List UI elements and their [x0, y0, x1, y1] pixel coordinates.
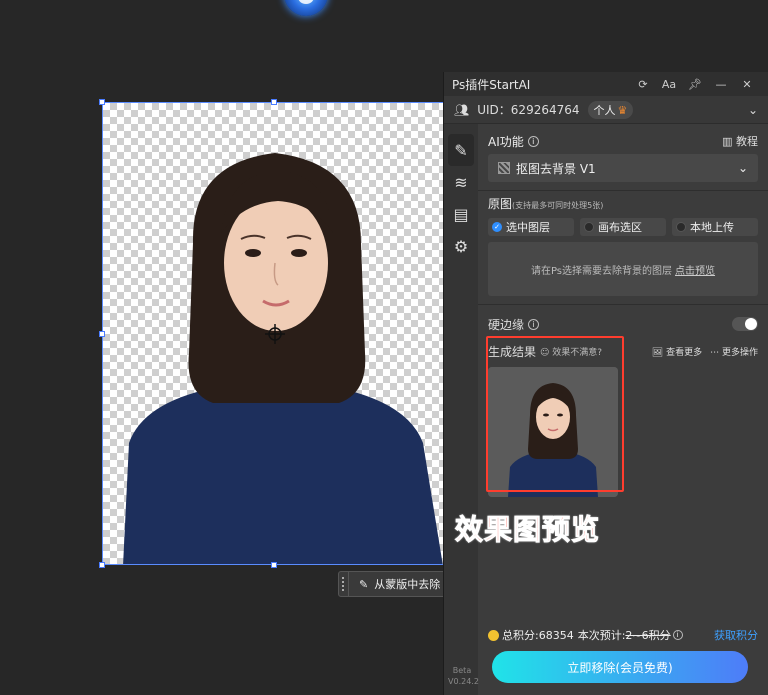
source-title: 原图(支持最多可同时处理5张)	[488, 197, 604, 211]
estimate-value: 2~6积分	[625, 629, 671, 642]
function-select[interactable]: 抠图去背景 V1 ⌄	[488, 154, 758, 182]
preview-link[interactable]: 点击预览	[675, 262, 715, 277]
transform-handle[interactable]	[99, 99, 105, 105]
more-actions-link[interactable]: ⋯ 更多操作	[710, 345, 758, 358]
chevron-down-icon[interactable]: ⌄	[748, 103, 758, 117]
font-size-icon[interactable]: Aa	[656, 78, 682, 91]
check-icon: ✓	[492, 222, 502, 232]
view-more-link[interactable]: 🖼︎ 查看更多	[652, 345, 702, 358]
clipboard-icon: ▤	[453, 204, 469, 224]
transform-handle[interactable]	[99, 331, 105, 337]
crown-icon: ♛	[617, 103, 628, 117]
remove-from-mask-label: 从蒙版中去除	[374, 578, 441, 591]
coin-icon	[488, 629, 499, 641]
transform-handle[interactable]	[99, 562, 105, 568]
source-option-canvas-selection[interactable]: 画布选区	[580, 218, 666, 236]
source-option-local-upload[interactable]: 本地上传	[672, 218, 758, 236]
source-option-selected-layer[interactable]: ✓ 选中图层	[488, 218, 574, 236]
version-info: Beta V0.24.2	[448, 666, 479, 686]
transform-handle[interactable]	[271, 562, 277, 568]
gear-icon: ⚙	[453, 236, 469, 256]
crosshair-icon	[265, 324, 285, 344]
users-icon: 👥︎	[454, 102, 470, 117]
total-points: 总积分:68354	[502, 629, 574, 642]
points-row: 总积分:68354 本次预计: 2~6积分 i 获取积分	[488, 627, 758, 643]
result-highlight-box	[486, 336, 624, 492]
transform-handle[interactable]	[271, 99, 277, 105]
pin-icon[interactable]: 📌︎	[682, 78, 708, 91]
drag-grip-icon[interactable]	[339, 572, 349, 596]
chevron-down-icon: ⌄	[737, 161, 748, 175]
sidebar-item-edit[interactable]: ✎	[448, 134, 474, 166]
tutorial-link[interactable]: ▥ 教程	[722, 133, 758, 149]
hard-edge-row: 硬边缘 i	[488, 313, 758, 335]
ai-function-header: AI功能 i ▥ 教程	[488, 133, 758, 149]
sidebar-item-history[interactable]: ▤	[444, 198, 478, 230]
panel-sidebar: ✎ ≋ ▤ ⚙ Beta V0.24.2	[444, 124, 479, 695]
get-points-link[interactable]: 获取积分	[714, 627, 758, 643]
info-icon[interactable]: i	[527, 135, 539, 147]
photoshop-workspace: ✎ 从蒙版中去除 Ps插件StartAI ⟳ Aa 📌︎ — ✕ 👥︎ UID：…	[0, 0, 768, 695]
source-hint-box: 请在Ps选择需要去除背景的图层 点击预览	[488, 242, 758, 296]
source-options: ✓ 选中图层 画布选区 本地上传	[488, 218, 758, 236]
refresh-icon[interactable]: ⟳	[630, 78, 656, 91]
remove-from-mask-button[interactable]: ✎ 从蒙版中去除	[338, 571, 446, 597]
sidebar-item-layers[interactable]: ≋	[444, 166, 478, 198]
hard-edge-toggle[interactable]	[732, 317, 758, 331]
close-icon[interactable]: ✕	[734, 78, 760, 91]
account-row: 👥︎ UID：629264764 个人 ♛ ⌄	[444, 96, 768, 124]
layers-icon: ≋	[454, 172, 468, 192]
pencil-icon: ✎	[454, 140, 468, 160]
book-icon: ▥	[722, 135, 733, 148]
panel-titlebar[interactable]: Ps插件StartAI ⟳ Aa 📌︎ — ✕	[444, 72, 768, 96]
info-icon[interactable]: i	[528, 318, 540, 330]
preview-annotation: 效果图预览	[454, 513, 601, 547]
minimize-icon[interactable]: —	[708, 78, 734, 91]
remove-now-button[interactable]: 立即移除(会员免费)	[492, 651, 748, 683]
uid-text: UID：629264764	[477, 103, 580, 117]
sidebar-item-settings[interactable]: ⚙	[444, 230, 478, 262]
account-type-badge: 个人 ♛	[587, 100, 634, 119]
info-icon[interactable]: i	[672, 630, 683, 640]
estimate-label: 本次预计:	[577, 629, 626, 642]
cutout-icon	[498, 162, 510, 174]
brush-icon: ✎	[359, 577, 369, 591]
startai-logo[interactable]	[284, 0, 328, 16]
panel-title: Ps插件StartAI	[452, 77, 531, 92]
